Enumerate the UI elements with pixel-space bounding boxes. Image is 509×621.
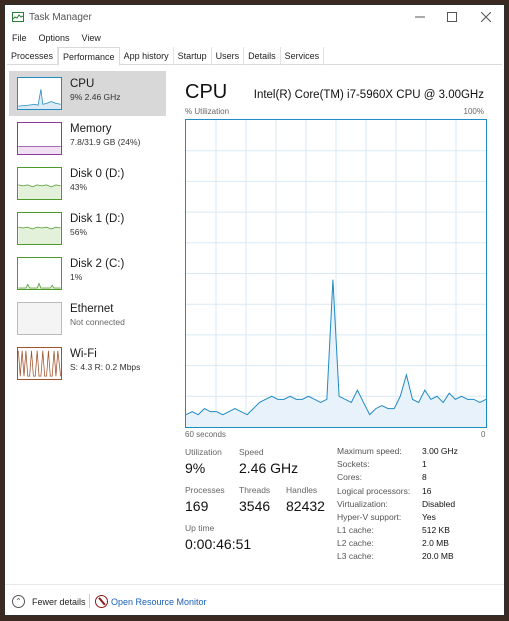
page-title: CPU [185, 81, 228, 103]
utilization-axis-label: % Utilization [185, 107, 230, 116]
spec-value: 16 [422, 486, 432, 496]
sidebar-item-value: S: 4.3 R: 0.2 Mbps [70, 362, 141, 372]
speed-value: 2.46 GHz [239, 460, 299, 476]
task-manager-icon [12, 12, 24, 22]
disk-1-thumbnail-graph [17, 212, 62, 245]
sidebar-item-value: 43% [70, 182, 88, 192]
utilization-value: 9% [185, 460, 206, 476]
resource-sidebar: CPU 9% 2.46 GHz Memory 7.8/31.9 GB (24%)… [9, 71, 166, 393]
tab-startup[interactable]: Startup [174, 47, 212, 65]
sidebar-item-label: Disk 2 (C:) [70, 258, 125, 270]
sidebar-item-cpu[interactable]: CPU 9% 2.46 GHz [9, 71, 166, 116]
spec-label: Virtualization: [337, 499, 388, 509]
handles-label: Handles [286, 485, 318, 495]
tab-performance[interactable]: Performance [58, 47, 120, 66]
menu-options[interactable]: Options [38, 30, 75, 46]
cpu-utilization-graph [185, 119, 487, 428]
spec-value: 8 [422, 472, 427, 482]
sidebar-item-value: 7.8/31.9 GB (24%) [70, 137, 141, 147]
processes-label: Processes [185, 485, 225, 495]
spec-value: 20.0 MB [422, 551, 454, 561]
sidebar-item-value: 1% [70, 272, 83, 282]
sidebar-item-value: 56% [70, 227, 88, 237]
sidebar-item-wifi[interactable]: Wi-Fi S: 4.3 R: 0.2 Mbps [9, 341, 166, 386]
sidebar-item-value: Not connected [70, 317, 125, 327]
tab-bar: Processes Performance App history Startu… [7, 47, 502, 66]
sidebar-item-disk-0[interactable]: Disk 0 (D:) 43% [9, 161, 166, 206]
handles-value: 82432 [286, 498, 325, 514]
window-title: Task Manager [29, 12, 92, 23]
footer-bar: ⌃ Fewer details Open Resource Monitor [5, 584, 504, 612]
tab-app-history[interactable]: App history [120, 47, 174, 65]
wifi-thumbnail-graph [17, 347, 62, 380]
uptime-value: 0:00:46:51 [185, 536, 252, 552]
spec-label: L3 cache: [337, 551, 374, 561]
tab-processes[interactable]: Processes [7, 47, 59, 65]
speed-label: Speed [239, 447, 264, 457]
utilization-label: Utilization [185, 447, 222, 457]
sidebar-item-ethernet[interactable]: Ethernet Not connected [9, 296, 166, 341]
sidebar-item-label: Wi-Fi [70, 348, 97, 360]
disk-0-thumbnail-graph [17, 167, 62, 200]
spec-label: Logical processors: [337, 486, 411, 496]
sidebar-item-label: Memory [70, 123, 112, 135]
sidebar-item-disk-1[interactable]: Disk 1 (D:) 56% [9, 206, 166, 251]
sidebar-item-label: Disk 1 (D:) [70, 213, 125, 225]
spec-label: Maximum speed: [337, 446, 402, 456]
minimize-button[interactable] [405, 8, 435, 26]
close-icon [481, 12, 491, 22]
spec-label: Cores: [337, 472, 363, 482]
maximize-button[interactable] [437, 8, 467, 26]
utilization-axis-max: 100% [463, 107, 484, 116]
close-button[interactable] [471, 8, 501, 26]
memory-thumbnail-graph [17, 122, 62, 155]
spec-value: 1 [422, 459, 427, 469]
threads-label: Threads [239, 485, 271, 495]
cpu-model-name: Intel(R) Core(TM) i7-5960X CPU @ 3.00GHz [253, 89, 484, 101]
footer-divider [89, 594, 90, 608]
fewer-details-link[interactable]: Fewer details [32, 597, 86, 607]
sidebar-item-disk-2[interactable]: Disk 2 (C:) 1% [9, 251, 166, 296]
spec-value: Yes [422, 512, 436, 522]
uptime-label: Up time [185, 523, 215, 533]
spec-value: 2.0 MB [422, 538, 449, 548]
sidebar-item-value: 9% 2.46 GHz [70, 92, 121, 102]
sidebar-item-memory[interactable]: Memory 7.8/31.9 GB (24%) [9, 116, 166, 161]
sidebar-item-label: CPU [70, 78, 95, 90]
spec-label: Sockets: [337, 459, 370, 469]
maximize-icon [447, 12, 457, 22]
disk-2-thumbnail-graph [17, 257, 62, 290]
spec-value: 512 KB [422, 525, 450, 535]
graph-time-left: 60 seconds [185, 430, 226, 439]
chevron-up-icon[interactable]: ⌃ [12, 595, 25, 608]
open-resource-monitor-link[interactable]: Open Resource Monitor [111, 597, 207, 607]
menu-bar: File Options View [5, 30, 504, 46]
menu-view[interactable]: View [81, 30, 106, 46]
cpu-thumbnail-graph [17, 77, 62, 110]
title-bar[interactable]: Task Manager [5, 5, 504, 29]
resource-monitor-icon[interactable] [95, 595, 108, 608]
processes-value: 169 [185, 498, 209, 514]
spec-label: L1 cache: [337, 525, 374, 535]
ethernet-thumbnail-graph [17, 302, 62, 335]
task-manager-window: Task Manager File Options View Processes… [4, 4, 505, 616]
tab-services[interactable]: Services [281, 47, 325, 65]
spec-label: Hyper-V support: [337, 512, 402, 522]
minimize-icon [415, 16, 425, 18]
tab-details[interactable]: Details [244, 47, 281, 65]
spec-value: Disabled [422, 499, 456, 509]
sidebar-item-label: Disk 0 (D:) [70, 168, 125, 180]
spec-label: L2 cache: [337, 538, 374, 548]
graph-time-right: 0 [481, 430, 486, 439]
threads-value: 3546 [239, 498, 271, 514]
tab-users[interactable]: Users [212, 47, 245, 65]
menu-file[interactable]: File [11, 30, 32, 46]
spec-value: 3.00 GHz [422, 446, 458, 456]
sidebar-item-label: Ethernet [70, 303, 114, 315]
